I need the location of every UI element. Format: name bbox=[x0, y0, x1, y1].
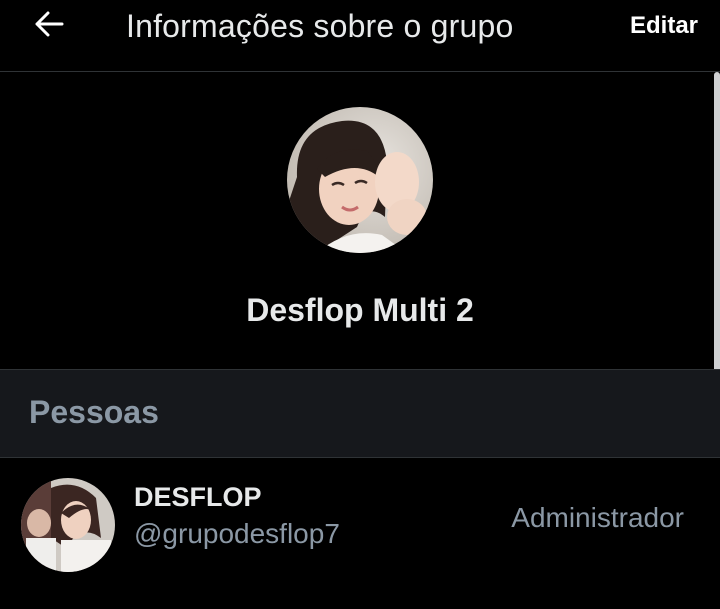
people-section-header: Pessoas bbox=[0, 369, 720, 458]
edit-button[interactable]: Editar bbox=[630, 6, 698, 46]
group-avatar[interactable] bbox=[287, 107, 433, 253]
avatar[interactable] bbox=[21, 478, 115, 572]
back-button[interactable] bbox=[26, 6, 72, 46]
arrow-left-icon bbox=[34, 11, 64, 42]
section-title: Pessoas bbox=[29, 394, 159, 430]
top-bar: Informações sobre o grupo Editar bbox=[0, 0, 720, 72]
scrollbar[interactable] bbox=[714, 72, 720, 402]
page-title: Informações sobre o grupo bbox=[126, 8, 514, 44]
member-handle: @grupodesflop7 bbox=[134, 518, 340, 549]
member-name: DESFLOP bbox=[134, 482, 262, 512]
member-row[interactable]: DESFLOP @grupodesflop7 Administrador bbox=[0, 458, 720, 609]
member-role-badge: Administrador bbox=[511, 502, 684, 533]
group-name: Desflop Multi 2 bbox=[246, 292, 474, 328]
